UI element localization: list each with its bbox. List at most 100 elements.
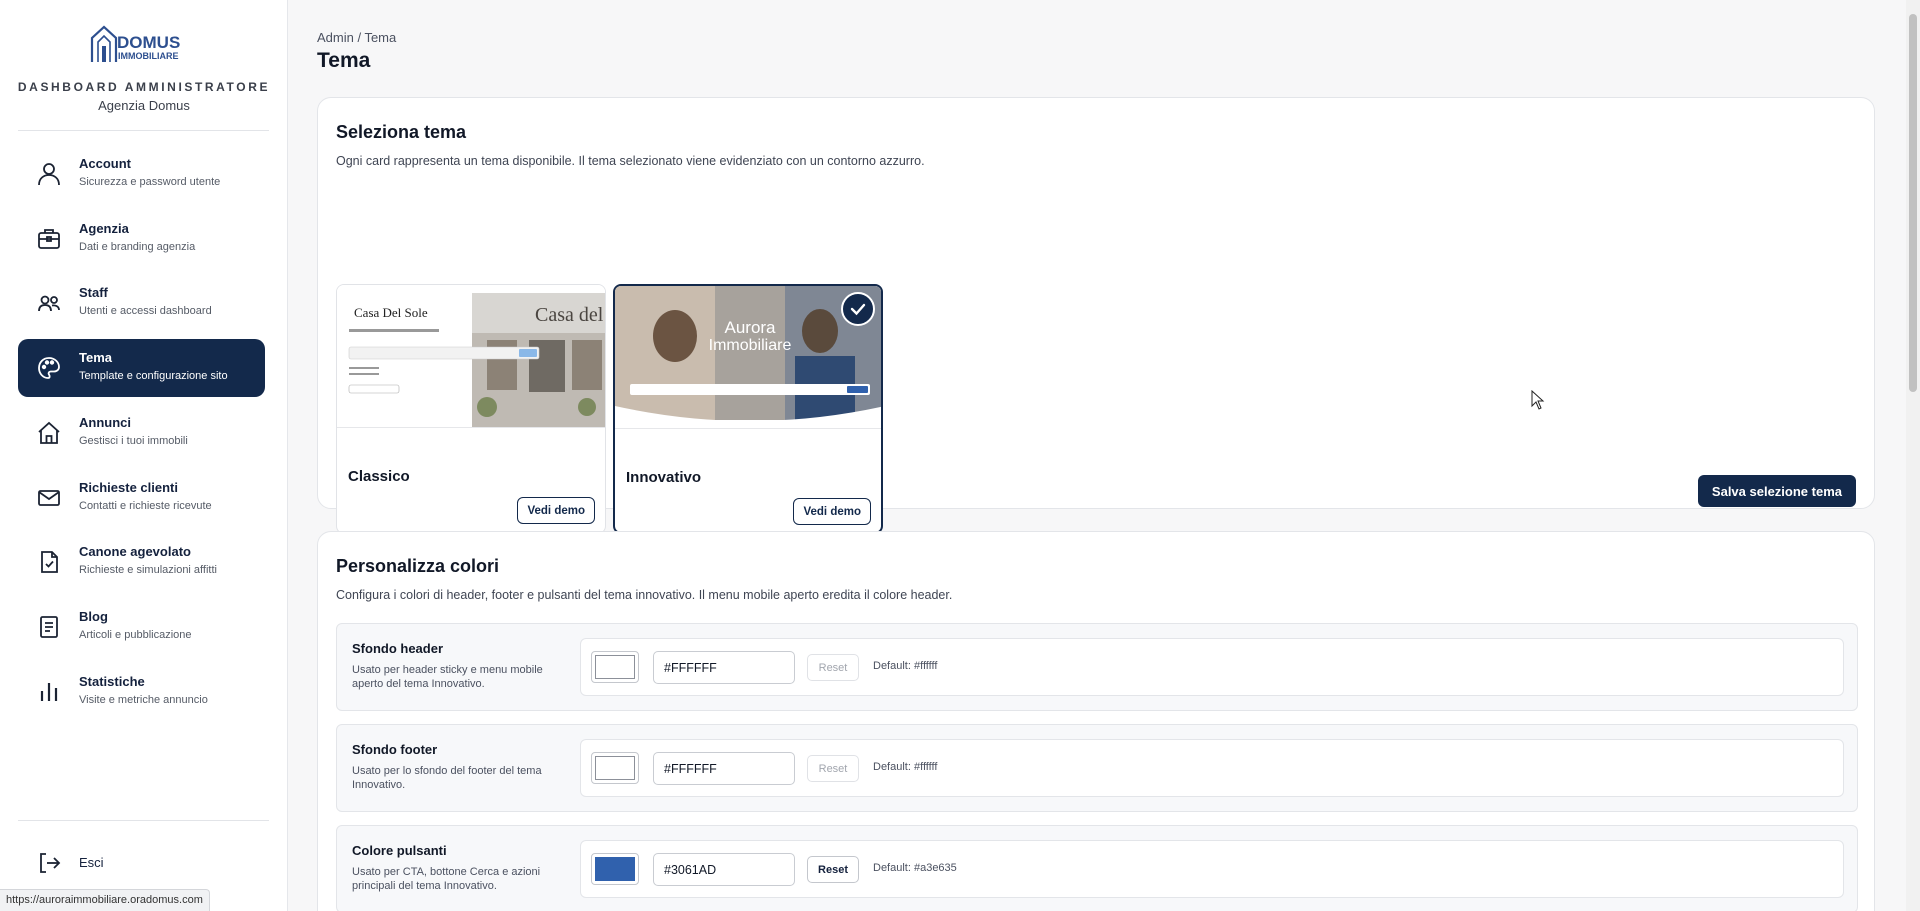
- sidebar-item-label: Blog: [79, 609, 108, 624]
- swatch-fill: [595, 756, 635, 780]
- sidebar-item-statistiche[interactable]: Statistiche Visite e metriche annuncio: [18, 663, 265, 721]
- logout-button[interactable]: Esci: [18, 835, 265, 891]
- default-color-text: Default: #ffffff: [873, 761, 938, 773]
- domus-logo: DOMUS IMMOBILIARE: [90, 25, 180, 62]
- sidebar-item-sub: Template e configurazione sito: [79, 370, 228, 382]
- color-row-label: Colore pulsanti: [352, 843, 447, 858]
- check-icon: [850, 303, 866, 316]
- sidebar-item-sub: Gestisci i tuoi immobili: [79, 435, 188, 447]
- sidebar-item-tema[interactable]: Tema Template e configurazione sito: [18, 339, 265, 397]
- color-row-label: Sfondo header: [352, 641, 444, 656]
- color-row-description: Usato per lo sfondo del footer del tema …: [352, 765, 542, 791]
- article-icon: [40, 616, 58, 638]
- theme-card-classico[interactable]: Casa del S Casa Del Sole Classico Vedi d…: [336, 284, 606, 534]
- color-swatch-picker[interactable]: [591, 651, 639, 683]
- hex-color-input[interactable]: [653, 752, 795, 785]
- reset-button[interactable]: Reset: [807, 654, 859, 681]
- theme-card-name: Classico: [348, 468, 410, 485]
- sidebar-item-label: Staff: [79, 285, 108, 300]
- color-row-description: Usato per header sticky e menu mobile ap…: [352, 664, 543, 690]
- sidebar: DOMUS IMMOBILIARE DASHBOARD AMMINISTRATO…: [0, 0, 288, 911]
- view-demo-button[interactable]: Vedi demo: [517, 497, 595, 524]
- view-demo-button[interactable]: Vedi demo: [793, 498, 871, 525]
- theme-card-innovativo[interactable]: Aurora Immobiliare Innovativo Vedi demo: [613, 284, 883, 534]
- user-icon: [38, 163, 60, 186]
- color-control: Reset Default: #ffffff: [580, 739, 1844, 797]
- selected-check-badge: [841, 292, 875, 326]
- color-row-footer: Sfondo footer Usato per lo sfondo del fo…: [336, 724, 1858, 812]
- color-customization-panel: Personalizza colori Configura i colori d…: [317, 531, 1875, 911]
- sidebar-item-label: Agenzia: [79, 221, 129, 236]
- bar-chart-icon: [40, 683, 58, 701]
- sidebar-item-label: Tema: [79, 350, 112, 365]
- preview-brand-2: Immobiliare: [709, 337, 792, 354]
- section-title: Seleziona tema: [336, 122, 467, 142]
- page-scrollbar[interactable]: [1906, 0, 1920, 911]
- sidebar-item-agenzia[interactable]: Agenzia Dati e branding agenzia: [18, 210, 265, 268]
- sidebar-divider: [18, 820, 269, 821]
- sidebar-item-label: Canone agevolato: [79, 544, 191, 559]
- color-row-description: Usato per CTA, bottone Cerca e azioni pr…: [352, 866, 541, 892]
- theme-card-name: Innovativo: [626, 469, 702, 486]
- sidebar-item-label: Richieste clienti: [79, 480, 178, 495]
- color-swatch-picker[interactable]: [591, 752, 639, 784]
- default-color-text: Default: #a3e635: [873, 862, 957, 874]
- sidebar-item-label: Statistiche: [79, 674, 145, 689]
- sidebar-item-sub: Articoli e pubblicazione: [79, 629, 192, 641]
- logout-icon: [40, 853, 61, 873]
- section-title: Personalizza colori: [336, 556, 500, 576]
- svg-text:DOMUS: DOMUS: [117, 33, 180, 52]
- scrollbar-thumb[interactable]: [1909, 14, 1917, 392]
- sidebar-item-sub: Sicurezza e password utente: [79, 176, 221, 188]
- hex-color-input[interactable]: [653, 651, 795, 684]
- save-theme-button[interactable]: Salva selezione tema: [1697, 475, 1856, 507]
- sidebar-item-staff[interactable]: Staff Utenti e accessi dashboard: [18, 274, 265, 332]
- sidebar-item-blog[interactable]: Blog Articoli e pubblicazione: [18, 598, 265, 656]
- mouse-cursor-icon: [1531, 390, 1545, 410]
- mail-icon: [38, 490, 60, 506]
- color-row-label: Sfondo footer: [352, 742, 438, 757]
- agency-name: Agenzia Domus: [98, 98, 190, 113]
- sidebar-item-sub: Contatti e richieste ricevute: [79, 500, 212, 512]
- color-row-buttons: Colore pulsanti Usato per CTA, bottone C…: [336, 825, 1858, 911]
- sidebar-divider: [18, 130, 269, 131]
- sidebar-item-label: Account: [79, 156, 131, 171]
- sidebar-item-sub: Visite e metriche annuncio: [79, 694, 208, 706]
- color-control: Reset Default: #a3e635: [580, 840, 1844, 898]
- page-title: Tema: [317, 49, 371, 72]
- section-description: Configura i colori di header, footer e p…: [336, 588, 953, 602]
- sidebar-item-label: Annunci: [79, 415, 131, 430]
- preview-brand: Casa Del Sole: [354, 305, 428, 320]
- status-bar-url: https://auroraimmobiliare.oradomus.com: [0, 889, 210, 911]
- swatch-fill: [595, 655, 635, 679]
- home-icon: [38, 421, 60, 444]
- sidebar-item-account[interactable]: Account Sicurezza e password utente: [18, 145, 265, 203]
- logout-label: Esci: [79, 855, 104, 870]
- users-icon: [38, 295, 60, 312]
- theme-preview-classico: Casa del S Casa Del Sole: [337, 285, 605, 428]
- section-description: Ogni card rappresenta un tema disponibil…: [336, 154, 925, 168]
- color-control: Reset Default: #ffffff: [580, 638, 1844, 696]
- color-swatch-picker[interactable]: [591, 853, 639, 885]
- swatch-fill: [595, 857, 635, 881]
- sidebar-item-richieste-clienti[interactable]: Richieste clienti Contatti e richieste r…: [18, 469, 265, 527]
- hex-color-input[interactable]: [653, 853, 795, 886]
- dashboard-title: DASHBOARD AMMINISTRATORE: [17, 80, 271, 94]
- sidebar-item-canone-agevolato[interactable]: Canone agevolato Richieste e simulazioni…: [18, 533, 265, 591]
- preview-brand-2: Casa del S: [535, 304, 605, 326]
- sidebar-item-annunci[interactable]: Annunci Gestisci i tuoi immobili: [18, 404, 265, 462]
- svg-text:IMMOBILIARE: IMMOBILIARE: [118, 51, 179, 61]
- theme-selection-panel: Seleziona tema Ogni card rappresenta un …: [317, 97, 1875, 534]
- sidebar-item-sub: Richieste e simulazioni affitti: [79, 564, 217, 576]
- sidebar-item-sub: Dati e branding agenzia: [79, 241, 196, 253]
- briefcase-icon: [38, 229, 60, 249]
- reset-button[interactable]: Reset: [807, 755, 859, 782]
- palette-icon: [38, 357, 60, 379]
- reset-button[interactable]: Reset: [807, 856, 859, 883]
- document-icon: [41, 551, 58, 573]
- breadcrumb: Admin / Tema: [317, 30, 397, 45]
- default-color-text: Default: #ffffff: [873, 660, 938, 672]
- sidebar-item-sub: Utenti e accessi dashboard: [79, 305, 212, 317]
- preview-brand: Aurora: [724, 318, 776, 337]
- color-row-header: Sfondo header Usato per header sticky e …: [336, 623, 1858, 711]
